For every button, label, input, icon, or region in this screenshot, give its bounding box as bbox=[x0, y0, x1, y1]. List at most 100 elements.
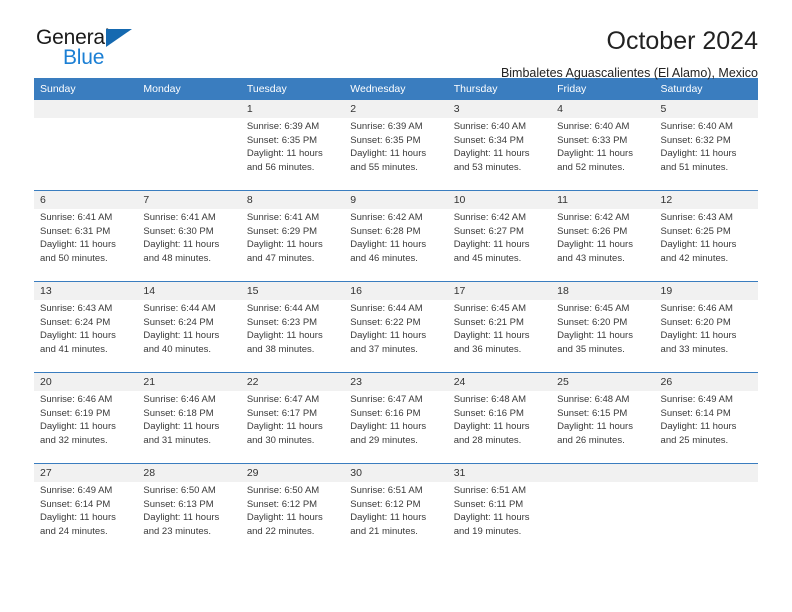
week-info-row: Sunrise: 6:49 AM Sunset: 6:14 PM Dayligh… bbox=[34, 482, 758, 554]
sunset-text: Sunset: 6:17 PM bbox=[246, 407, 318, 419]
day-number[interactable] bbox=[551, 464, 655, 482]
day-number[interactable]: 2 bbox=[344, 100, 448, 118]
day-number[interactable]: 26 bbox=[654, 373, 758, 391]
sunrise-text: Sunrise: 6:48 AM bbox=[557, 394, 630, 405]
day-cell[interactable]: Sunrise: 6:44 AM Sunset: 6:23 PM Dayligh… bbox=[240, 300, 345, 372]
sunset-text: Sunset: 6:32 PM bbox=[660, 134, 731, 146]
day-cell[interactable]: Sunrise: 6:49 AM Sunset: 6:14 PM Dayligh… bbox=[34, 482, 138, 554]
day-cell[interactable]: Sunrise: 6:50 AM Sunset: 6:12 PM Dayligh… bbox=[240, 482, 345, 554]
day-number[interactable]: 1 bbox=[240, 100, 345, 118]
daylight-text-line2: and 22 minutes. bbox=[246, 525, 315, 537]
day-number[interactable]: 12 bbox=[654, 191, 758, 209]
sunset-text: Sunset: 6:11 PM bbox=[453, 498, 524, 510]
day-cell[interactable]: Sunrise: 6:47 AM Sunset: 6:16 PM Dayligh… bbox=[344, 391, 448, 463]
day-cell[interactable]: Sunrise: 6:45 AM Sunset: 6:20 PM Dayligh… bbox=[551, 300, 655, 372]
day-number[interactable] bbox=[34, 100, 138, 118]
day-number[interactable]: 3 bbox=[447, 100, 552, 118]
day-number[interactable]: 15 bbox=[240, 282, 345, 300]
day-cell[interactable]: Sunrise: 6:51 AM Sunset: 6:12 PM Dayligh… bbox=[344, 482, 448, 554]
day-number[interactable]: 4 bbox=[551, 100, 655, 118]
day-number[interactable]: 14 bbox=[137, 282, 241, 300]
sunrise-text: Sunrise: 6:41 AM bbox=[143, 212, 216, 223]
day-cell[interactable]: Sunrise: 6:44 AM Sunset: 6:24 PM Dayligh… bbox=[137, 300, 241, 372]
daylight-text-line2: and 47 minutes. bbox=[246, 252, 315, 264]
daylight-text-line1: Daylight: 11 hours bbox=[350, 330, 427, 342]
week-daynum-row: 27 28 29 30 31 bbox=[34, 464, 758, 482]
day-number[interactable] bbox=[137, 100, 241, 118]
day-cell[interactable]: Sunrise: 6:44 AM Sunset: 6:22 PM Dayligh… bbox=[344, 300, 448, 372]
day-cell[interactable]: Sunrise: 6:40 AM Sunset: 6:34 PM Dayligh… bbox=[447, 118, 552, 190]
day-number[interactable]: 7 bbox=[137, 191, 241, 209]
daylight-text-line1: Daylight: 11 hours bbox=[557, 148, 633, 160]
day-number[interactable]: 31 bbox=[447, 464, 552, 482]
day-number[interactable]: 25 bbox=[551, 373, 655, 391]
sunset-text: Sunset: 6:27 PM bbox=[453, 225, 524, 237]
day-cell[interactable]: Sunrise: 6:49 AM Sunset: 6:14 PM Dayligh… bbox=[654, 391, 758, 463]
daylight-text-line2: and 56 minutes. bbox=[246, 161, 315, 173]
day-cell[interactable]: Sunrise: 6:43 AM Sunset: 6:25 PM Dayligh… bbox=[654, 209, 758, 281]
sunrise-text: Sunrise: 6:44 AM bbox=[350, 303, 423, 314]
day-cell[interactable]: Sunrise: 6:39 AM Sunset: 6:35 PM Dayligh… bbox=[240, 118, 345, 190]
day-cell[interactable]: Sunrise: 6:45 AM Sunset: 6:21 PM Dayligh… bbox=[447, 300, 552, 372]
day-cell[interactable]: Sunrise: 6:48 AM Sunset: 6:16 PM Dayligh… bbox=[447, 391, 552, 463]
daylight-text-line1: Daylight: 11 hours bbox=[660, 330, 737, 342]
day-cell[interactable]: Sunrise: 6:40 AM Sunset: 6:33 PM Dayligh… bbox=[551, 118, 655, 190]
day-number[interactable]: 28 bbox=[137, 464, 241, 482]
logo-triangle-icon bbox=[106, 29, 132, 47]
day-number[interactable]: 30 bbox=[344, 464, 448, 482]
day-cell[interactable]: Sunrise: 6:48 AM Sunset: 6:15 PM Dayligh… bbox=[551, 391, 655, 463]
day-cell[interactable]: Sunrise: 6:42 AM Sunset: 6:26 PM Dayligh… bbox=[551, 209, 655, 281]
day-number[interactable]: 22 bbox=[240, 373, 345, 391]
page-header: General Blue October 2024 Bimbaletes Agu… bbox=[34, 0, 758, 80]
day-cell[interactable]: Sunrise: 6:42 AM Sunset: 6:27 PM Dayligh… bbox=[447, 209, 552, 281]
day-number[interactable]: 27 bbox=[34, 464, 138, 482]
day-number[interactable]: 11 bbox=[551, 191, 655, 209]
day-number[interactable]: 18 bbox=[551, 282, 655, 300]
day-cell[interactable]: Sunrise: 6:42 AM Sunset: 6:28 PM Dayligh… bbox=[344, 209, 448, 281]
sunset-text: Sunset: 6:35 PM bbox=[246, 134, 318, 146]
day-cell[interactable] bbox=[654, 482, 758, 554]
daylight-text-line1: Daylight: 11 hours bbox=[453, 148, 530, 160]
day-number[interactable]: 13 bbox=[34, 282, 138, 300]
day-number[interactable]: 10 bbox=[447, 191, 552, 209]
day-number[interactable] bbox=[654, 464, 758, 482]
sunset-text: Sunset: 6:35 PM bbox=[350, 134, 421, 146]
day-cell[interactable]: Sunrise: 6:46 AM Sunset: 6:20 PM Dayligh… bbox=[654, 300, 758, 372]
day-number[interactable]: 8 bbox=[240, 191, 345, 209]
sunset-text: Sunset: 6:31 PM bbox=[40, 225, 111, 237]
day-cell[interactable]: Sunrise: 6:40 AM Sunset: 6:32 PM Dayligh… bbox=[654, 118, 758, 190]
sunset-text: Sunset: 6:22 PM bbox=[350, 316, 421, 328]
day-cell[interactable]: Sunrise: 6:41 AM Sunset: 6:29 PM Dayligh… bbox=[240, 209, 345, 281]
day-number[interactable]: 16 bbox=[344, 282, 448, 300]
day-cell[interactable]: Sunrise: 6:51 AM Sunset: 6:11 PM Dayligh… bbox=[447, 482, 552, 554]
day-number[interactable]: 23 bbox=[344, 373, 448, 391]
day-number[interactable]: 5 bbox=[654, 100, 758, 118]
daylight-text-line1: Daylight: 11 hours bbox=[557, 239, 633, 251]
day-number[interactable]: 6 bbox=[34, 191, 138, 209]
day-number[interactable]: 9 bbox=[344, 191, 448, 209]
day-cell[interactable] bbox=[34, 118, 138, 190]
day-cell[interactable]: Sunrise: 6:41 AM Sunset: 6:30 PM Dayligh… bbox=[137, 209, 241, 281]
day-cell[interactable]: Sunrise: 6:50 AM Sunset: 6:13 PM Dayligh… bbox=[137, 482, 241, 554]
day-cell[interactable]: Sunrise: 6:46 AM Sunset: 6:19 PM Dayligh… bbox=[34, 391, 138, 463]
day-cell[interactable]: Sunrise: 6:43 AM Sunset: 6:24 PM Dayligh… bbox=[34, 300, 138, 372]
daylight-text-line1: Daylight: 11 hours bbox=[350, 239, 427, 251]
day-cell[interactable]: Sunrise: 6:39 AM Sunset: 6:35 PM Dayligh… bbox=[344, 118, 448, 190]
day-cell[interactable]: Sunrise: 6:47 AM Sunset: 6:17 PM Dayligh… bbox=[240, 391, 345, 463]
day-number[interactable]: 24 bbox=[447, 373, 552, 391]
day-cell[interactable]: Sunrise: 6:41 AM Sunset: 6:31 PM Dayligh… bbox=[34, 209, 138, 281]
day-number[interactable]: 29 bbox=[240, 464, 345, 482]
daylight-text-line2: and 45 minutes. bbox=[453, 252, 522, 264]
sunset-text: Sunset: 6:14 PM bbox=[660, 407, 731, 419]
daylight-text-line1: Daylight: 11 hours bbox=[350, 148, 427, 160]
day-number[interactable]: 17 bbox=[447, 282, 552, 300]
day-cell[interactable]: Sunrise: 6:46 AM Sunset: 6:18 PM Dayligh… bbox=[137, 391, 241, 463]
day-cell[interactable] bbox=[137, 118, 241, 190]
day-cell[interactable] bbox=[551, 482, 655, 554]
day-number[interactable]: 20 bbox=[34, 373, 138, 391]
sunset-text: Sunset: 6:16 PM bbox=[453, 407, 524, 419]
general-blue-logo[interactable]: General Blue bbox=[34, 26, 154, 74]
day-number[interactable]: 19 bbox=[654, 282, 758, 300]
day-number[interactable]: 21 bbox=[137, 373, 241, 391]
week-daynum-row: 1 2 3 4 5 bbox=[34, 100, 758, 118]
